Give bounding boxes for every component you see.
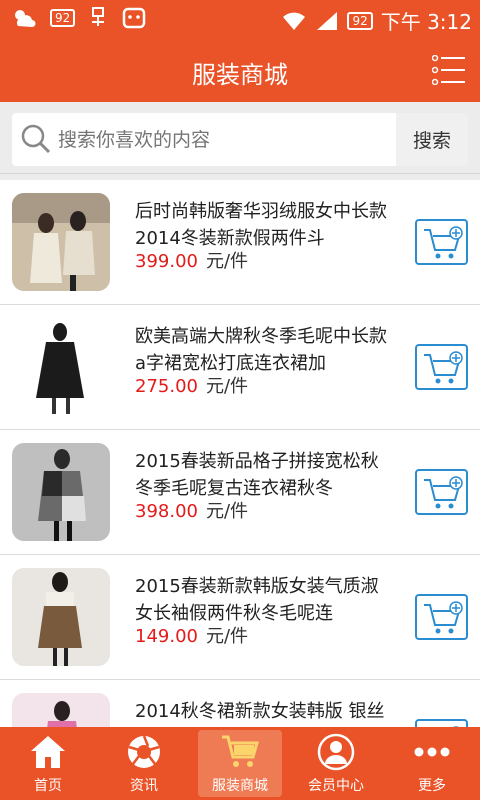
add-cart-icon bbox=[424, 476, 463, 509]
bottom-tab-bar: 首页 资讯 服装商城 会员中心 更多 bbox=[0, 727, 480, 800]
price-unit: 元/件 bbox=[205, 376, 249, 397]
search-icon bbox=[21, 124, 51, 154]
signal-icon bbox=[317, 11, 338, 30]
tab-member-center[interactable]: 会员中心 bbox=[288, 727, 384, 800]
product-name[interactable]: 2015春装新款韩版女装气质淑女长袖假两件秋冬毛呢连 bbox=[135, 573, 390, 627]
product-image bbox=[12, 568, 110, 666]
product-item[interactable]: 2015春装新品格子拼接宽松秋冬季毛呢复古连衣裙秋冬 398.00 元/件 bbox=[0, 430, 480, 555]
wifi-icon bbox=[283, 12, 306, 30]
search-bar: 搜索 bbox=[0, 102, 480, 174]
weather-icon bbox=[15, 10, 36, 27]
product-name[interactable]: 2015春装新品格子拼接宽松秋冬季毛呢复古连衣裙秋冬 bbox=[135, 448, 390, 502]
list-menu-icon bbox=[431, 54, 465, 86]
tab-clothing-mall[interactable]: 服装商城 bbox=[192, 727, 288, 800]
product-image bbox=[12, 318, 110, 416]
person-icon bbox=[317, 733, 355, 771]
product-name[interactable]: 后时尚韩版奢华羽绒服女中长款2014冬装新款假两件斗 bbox=[135, 198, 390, 252]
product-image bbox=[12, 443, 110, 541]
product-item[interactable]: 后时尚韩版奢华羽绒服女中长款2014冬装新款假两件斗 399.00 元/件 bbox=[0, 180, 480, 305]
search-input[interactable] bbox=[58, 113, 388, 166]
tab-news[interactable]: 资讯 bbox=[96, 727, 192, 800]
price-row: 275.00 元/件 bbox=[135, 372, 248, 398]
cart-icon bbox=[222, 735, 259, 767]
status-bar: 92 92 下午 3:12 bbox=[0, 0, 480, 38]
search-box bbox=[12, 113, 396, 166]
product-list: 后时尚韩版奢华羽绒服女中长款2014冬装新款假两件斗 399.00 元/件 欧美高… bbox=[0, 180, 480, 727]
product-price: 275.00 bbox=[135, 376, 198, 397]
product-price: 398.00 bbox=[135, 501, 198, 522]
notification-icon bbox=[123, 7, 146, 29]
tab-label: 更多 bbox=[418, 778, 446, 794]
product-name[interactable]: 2014秋冬裙新款女装韩版 银丝宽页翻拼接长袖毛呢连衣 bbox=[135, 698, 390, 727]
tab-label: 首页 bbox=[34, 778, 62, 794]
tab-more[interactable]: 更多 bbox=[384, 727, 480, 800]
battery-indicator: 92 bbox=[347, 11, 373, 30]
sim-indicator: 92 bbox=[50, 9, 76, 27]
price-row: 149.00 元/件 bbox=[135, 622, 248, 648]
price-unit: 元/件 bbox=[205, 501, 249, 522]
clock: 下午 3:12 bbox=[380, 10, 472, 34]
product-item[interactable]: 2015春装新款韩版女装气质淑女长袖假两件秋冬毛呢连 149.00 元/件 bbox=[0, 555, 480, 680]
add-to-cart-button[interactable] bbox=[415, 594, 468, 640]
add-to-cart-button[interactable] bbox=[415, 469, 468, 515]
add-to-cart-button[interactable] bbox=[415, 719, 468, 727]
more-dots-icon bbox=[414, 747, 450, 757]
price-unit: 元/件 bbox=[205, 251, 249, 272]
product-image bbox=[12, 693, 110, 727]
add-to-cart-button[interactable] bbox=[415, 344, 468, 390]
product-price: 399.00 bbox=[135, 251, 198, 272]
page-title: 服装商城 bbox=[192, 61, 288, 89]
aperture-icon bbox=[128, 735, 160, 768]
app-header: 服装商城 bbox=[0, 38, 480, 102]
add-cart-icon bbox=[424, 601, 463, 634]
add-cart-icon bbox=[424, 226, 463, 259]
product-price: 149.00 bbox=[135, 626, 198, 647]
price-unit: 元/件 bbox=[205, 626, 249, 647]
menu-button[interactable] bbox=[431, 54, 466, 86]
home-icon bbox=[31, 736, 65, 768]
price-row: 398.00 元/件 bbox=[135, 497, 248, 523]
usb-icon bbox=[92, 7, 105, 26]
tab-label: 服装商城 bbox=[212, 778, 268, 794]
tab-home[interactable]: 首页 bbox=[0, 727, 96, 800]
product-name[interactable]: 欧美高端大牌秋冬季毛呢中长款a字裙宽松打底连衣裙加 bbox=[135, 323, 390, 377]
product-item[interactable]: 2014秋冬裙新款女装韩版 银丝宽页翻拼接长袖毛呢连衣 bbox=[0, 680, 480, 727]
price-row: 399.00 元/件 bbox=[135, 247, 248, 273]
add-cart-icon bbox=[424, 351, 463, 384]
product-item[interactable]: 欧美高端大牌秋冬季毛呢中长款a字裙宽松打底连衣裙加 275.00 元/件 bbox=[0, 305, 480, 430]
add-to-cart-button[interactable] bbox=[415, 219, 468, 265]
tab-label: 资讯 bbox=[130, 778, 158, 794]
tab-label: 会员中心 bbox=[308, 778, 364, 794]
search-button[interactable]: 搜索 bbox=[396, 113, 468, 166]
product-image bbox=[12, 193, 110, 291]
